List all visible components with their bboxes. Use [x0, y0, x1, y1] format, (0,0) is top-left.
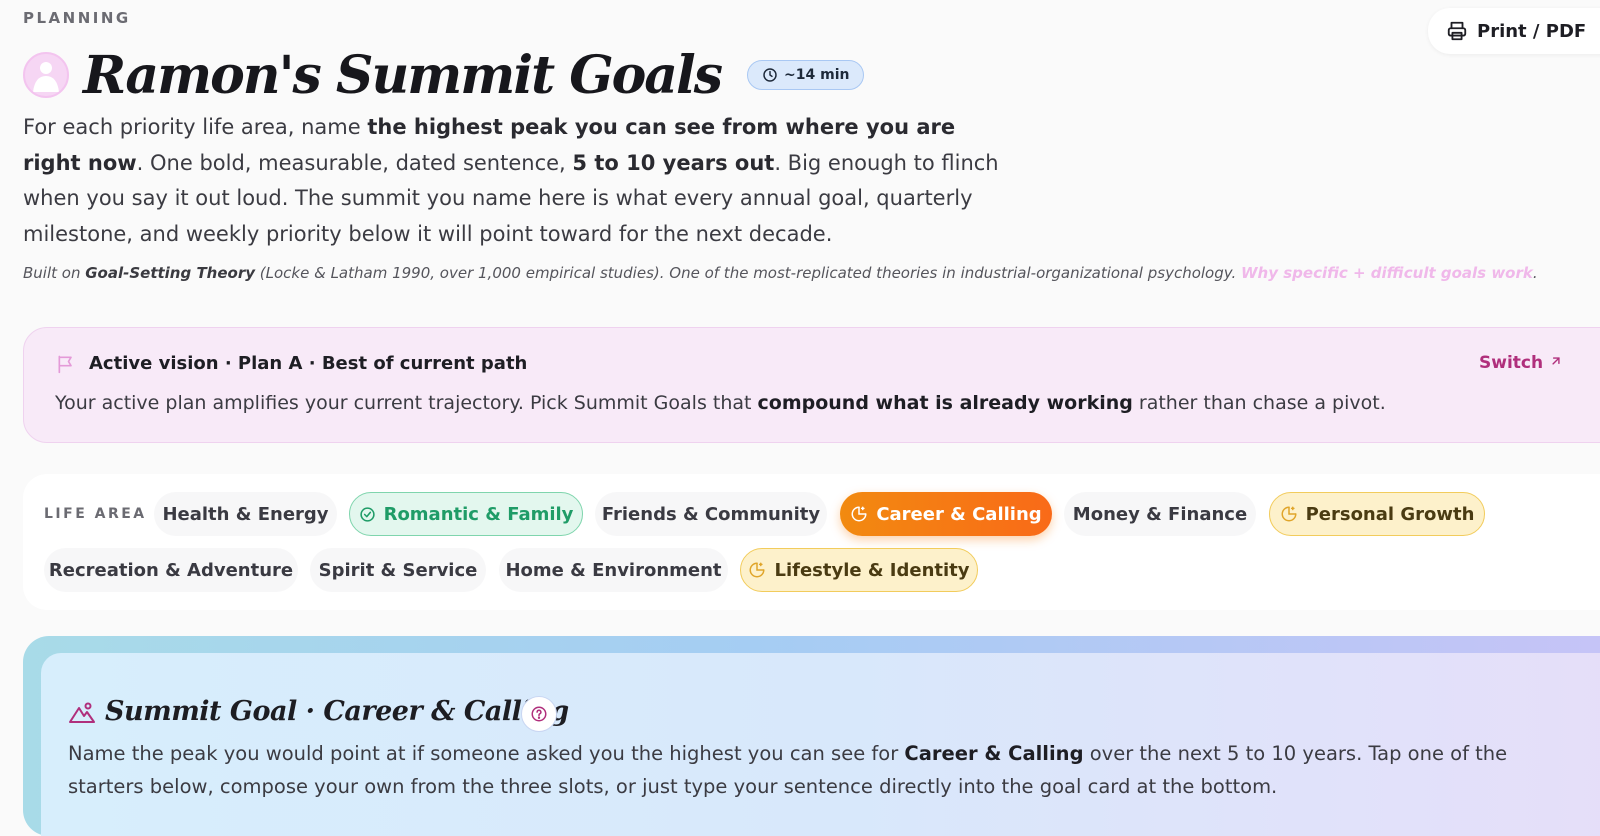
life-area-chip-health-energy[interactable]: Health & Energy [154, 492, 337, 536]
check-circle-icon [359, 506, 375, 522]
life-area-chip-recreation-adventure[interactable]: Recreation & Adventure [44, 548, 298, 592]
avatar [23, 52, 69, 98]
half-moon-sparkle-icon [851, 506, 867, 522]
page-title: Ramon's Summit Goals [83, 44, 723, 106]
question-circle-icon [531, 706, 547, 722]
print-pdf-button[interactable]: Print / PDF [1428, 8, 1600, 54]
section-eyebrow: PLANNING [23, 9, 131, 27]
half-moon-sparkle-icon [1281, 506, 1297, 522]
title-row: Ramon's Summit Goals ~14 min [23, 40, 865, 110]
active-vision-heading: Active vision · Plan A · Best of current… [89, 353, 528, 374]
clock-icon [763, 68, 777, 82]
flag-icon [58, 355, 72, 374]
life-area-selector: LIFE AREA Health & Energy Romantic & Fam… [23, 474, 1600, 610]
mountain-icon [69, 702, 95, 723]
summit-goal-instructions: Name the peak you would point at if some… [68, 742, 1508, 798]
intro-paragraph: For each priority life area, name the hi… [23, 115, 999, 246]
switch-label: Switch [1479, 353, 1544, 373]
life-area-chip-friends-community[interactable]: Friends & Community [595, 492, 827, 536]
life-area-chip-personal-growth[interactable]: Personal Growth [1269, 492, 1485, 536]
print-pdf-label: Print / PDF [1477, 20, 1587, 42]
intro-highlight-years: 5 to 10 years out [572, 150, 775, 175]
life-area-chip-spirit-service[interactable]: Spirit & Service [310, 548, 486, 592]
time-estimate-label: ~14 min [784, 67, 850, 83]
arrow-up-right-icon [1552, 357, 1560, 365]
summit-goal-panel: Summit Goal · Career & Calling Name the … [23, 636, 1600, 836]
summit-goal-card: Summit Goal · Career & Calling Name the … [41, 653, 1600, 836]
life-area-label: LIFE AREA [44, 506, 147, 522]
life-area-chip-home-environment[interactable]: Home & Environment [499, 548, 728, 592]
theory-name: Goal-Setting Theory [85, 264, 256, 282]
help-button[interactable] [521, 696, 557, 732]
person-icon [33, 62, 59, 92]
life-area-chip-money-finance[interactable]: Money & Finance [1064, 492, 1256, 536]
active-vision-card: Active vision · Plan A · Best of current… [23, 327, 1600, 443]
life-area-chip-romantic-family[interactable]: Romantic & Family [349, 492, 583, 536]
research-citation: Built on Goal-Setting Theory (Locke & La… [23, 264, 1538, 282]
switch-vision-button[interactable]: Switch [1479, 353, 1563, 373]
printer-icon [1447, 21, 1467, 41]
half-moon-sparkle-icon [749, 562, 765, 578]
life-area-chip-lifestyle-identity[interactable]: Lifestyle & Identity [740, 548, 978, 592]
why-goals-work-link[interactable]: Why specific + difficult goals work [1241, 264, 1533, 282]
time-estimate-badge: ~14 min [747, 60, 865, 90]
summit-goal-heading: Summit Goal · Career & Calling [105, 696, 569, 727]
life-area-chip-career-calling[interactable]: Career & Calling [840, 492, 1052, 536]
active-vision-body: Your active plan amplifies your current … [55, 392, 1386, 414]
